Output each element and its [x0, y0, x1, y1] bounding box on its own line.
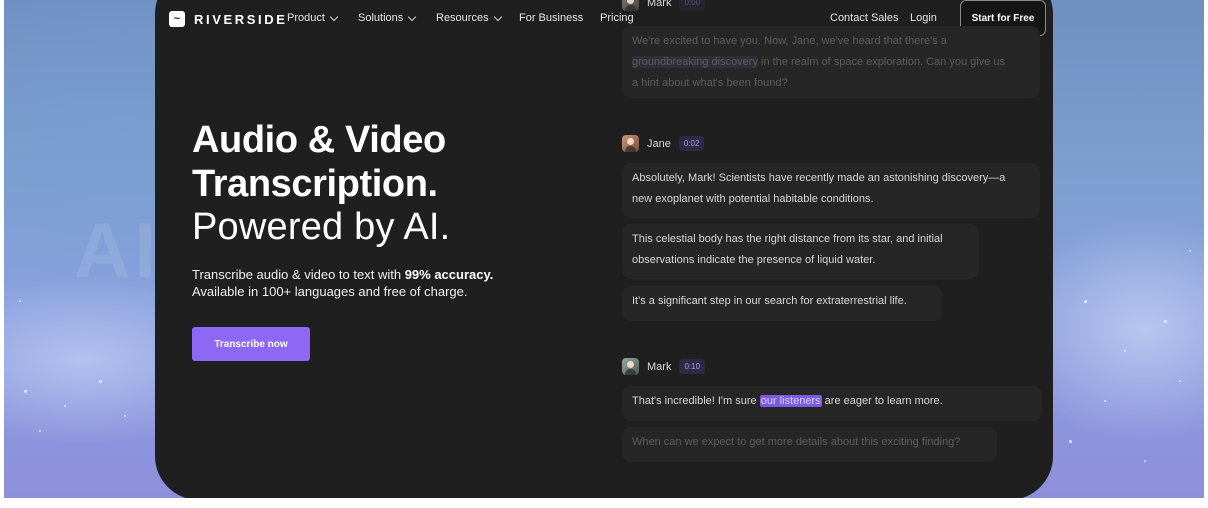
transcript-line: Absolutely, Mark! Scientists have recent… — [632, 172, 1006, 184]
transcript-bubble-jane-2: This celestial body has the right distan… — [622, 224, 979, 279]
sparkle — [99, 380, 102, 383]
contact-sales-link[interactable]: Contact Sales — [830, 12, 898, 24]
sparkle — [1084, 300, 1087, 303]
chevron-down-icon — [329, 12, 339, 21]
transcript-bubble-jane-3: It's a significant step in our search fo… — [622, 286, 942, 321]
timestamp-badge: 0:02 — [678, 136, 705, 151]
hero-description: Transcribe audio & video to text with 99… — [192, 266, 552, 300]
speaker-name: Mark — [647, 360, 672, 373]
riverside-logo-icon: ~ — [169, 11, 185, 27]
sparkle — [24, 390, 27, 393]
nav-for-business-label: For Business — [519, 12, 584, 24]
transcript-bubble-intro: We're excited to have you. Now, Jane, we… — [622, 26, 1040, 98]
sparkle — [124, 415, 126, 417]
sparkle — [1104, 400, 1106, 402]
transcribe-now-button[interactable]: Transcribe now — [192, 327, 310, 361]
sparkle — [1069, 440, 1072, 443]
transcript-line: It's a significant step in our search fo… — [632, 295, 907, 307]
nav-resources[interactable]: Resources — [436, 12, 502, 24]
sparkle — [1124, 350, 1126, 352]
hero-desc-prefix: Transcribe audio & video to text with — [192, 267, 405, 282]
nav-pricing-label: Pricing — [600, 12, 634, 24]
sparkle — [1144, 460, 1146, 462]
hero-title-line2: Transcription. — [192, 163, 438, 205]
sparkle — [19, 300, 21, 302]
nav-solutions[interactable]: Solutions — [358, 12, 417, 24]
avatar — [622, 0, 639, 11]
chevron-down-icon — [408, 12, 417, 21]
brand-logo[interactable]: ~ RIVERSIDE — [169, 11, 287, 27]
hero-title-line1: Audio & Video — [192, 119, 446, 161]
transcript-text: are eager to learn more. — [821, 395, 943, 407]
chevron-down-icon — [493, 12, 502, 21]
login-label: Login — [910, 12, 937, 24]
avatar — [622, 135, 639, 152]
nav-product-label: Product — [287, 12, 325, 24]
speaker-name: Mark — [647, 0, 672, 9]
speaker-header-mark: Mark 0:10 — [622, 358, 706, 375]
hero-subtitle: Powered by AI. — [192, 206, 451, 248]
sparkle — [1164, 320, 1167, 323]
transcript-line: new exoplanet with potential habitable c… — [632, 193, 874, 205]
contact-sales-label: Contact Sales — [830, 12, 899, 24]
nav-pricing[interactable]: Pricing — [600, 12, 634, 24]
nav-for-business[interactable]: For Business — [519, 12, 583, 24]
transcript-line: When can we expect to get more details a… — [632, 436, 961, 448]
sparkle — [39, 430, 41, 432]
highlighted-phrase: our listeners — [759, 395, 822, 407]
transcript-line: a hint about what's been found? — [632, 77, 788, 89]
transcript-line: This celestial body has the right distan… — [632, 233, 943, 245]
nav-product[interactable]: Product — [287, 12, 339, 24]
login-link[interactable]: Login — [910, 12, 937, 24]
transcript-line: We're excited to have you. Now, Jane, we… — [632, 35, 947, 47]
sparkle — [1189, 250, 1191, 252]
highlighted-phrase: groundbreaking discovery — [632, 56, 758, 68]
timestamp-badge: 0:10 — [679, 359, 706, 374]
hero-desc-accuracy: 99% accuracy. — [404, 267, 494, 282]
speaker-name: Jane — [647, 137, 671, 150]
transcript-text: in the realm of space exploration. Can y… — [757, 56, 1005, 68]
sparkle — [1179, 380, 1181, 382]
sparkle — [64, 405, 66, 407]
transcript-bubble-mark-1: That's incredible! I'm sure our listener… — [622, 386, 1042, 421]
device-frame: ~ RIVERSIDE Product Solutions Resources … — [155, 0, 1053, 498]
speaker-header-mark-top: Mark 0:00 — [622, 0, 706, 11]
transcript-bubble-jane-1: Absolutely, Mark! Scientists have recent… — [622, 163, 1040, 218]
avatar — [622, 358, 639, 375]
speaker-header-jane: Jane 0:02 — [622, 135, 705, 152]
timestamp-badge: 0:00 — [679, 0, 706, 10]
nav-resources-label: Resources — [436, 12, 489, 24]
brand-name: RIVERSIDE — [194, 11, 288, 27]
nav-solutions-label: Solutions — [358, 12, 404, 24]
background-ghost-text: AI — [74, 206, 160, 294]
hero-desc-line2: Available in 100+ languages and free of … — [192, 284, 468, 299]
transcript-line: That's incredible! I'm sure our listener… — [632, 391, 1032, 412]
transcript-text: That's incredible! I'm sure — [632, 395, 760, 407]
transcript-bubble-mark-2: When can we expect to get more details a… — [622, 427, 997, 462]
transcript-line: observations indicate the presence of li… — [632, 254, 876, 266]
transcript-line: groundbreaking discovery in the realm of… — [632, 52, 1030, 73]
page-background: AI ~ RIVERSIDE Product Solutions Resourc… — [4, 0, 1204, 498]
